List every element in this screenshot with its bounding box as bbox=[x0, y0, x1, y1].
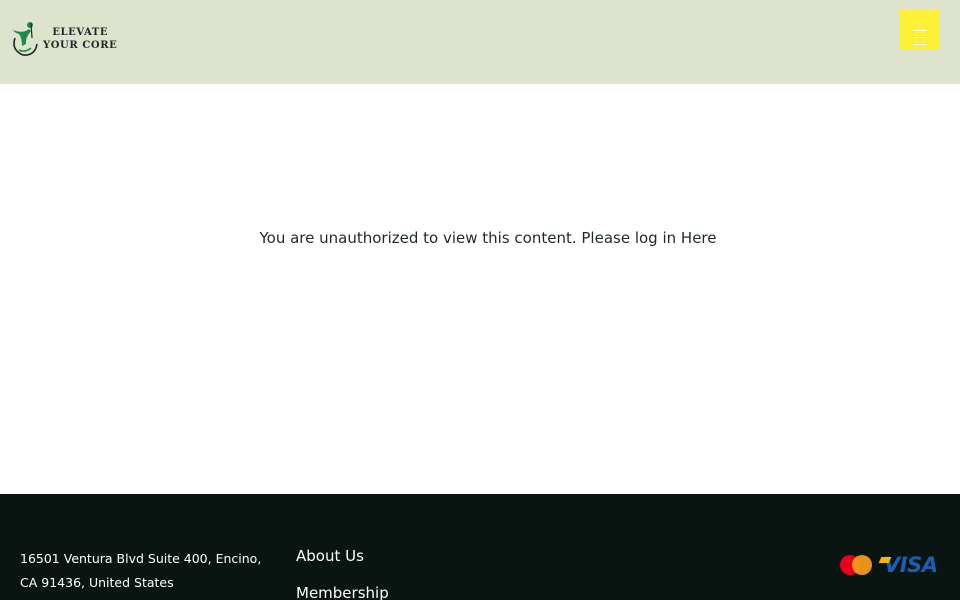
logo-line-2: YOUR CORE bbox=[43, 40, 118, 51]
footer-address: 16501 Ventura Blvd Suite 400, Encino, CA… bbox=[20, 547, 280, 595]
logo-figure-icon bbox=[13, 22, 38, 56]
logo-text: ELEVATE YOUR CORE bbox=[43, 26, 117, 52]
footer-link-membership[interactable]: Membership bbox=[296, 583, 389, 600]
menu-toggle-button[interactable] bbox=[900, 10, 940, 50]
site-logo[interactable]: ELEVATE YOUR CORE bbox=[9, 19, 119, 59]
site-footer: 16501 Ventura Blvd Suite 400, Encino, CA… bbox=[0, 494, 960, 600]
hamburger-icon-bar bbox=[913, 44, 927, 45]
footer-link-about-us[interactable]: About Us bbox=[296, 546, 389, 566]
visa-icon: VISA bbox=[884, 553, 938, 577]
logo-line-1: ELEVATE bbox=[52, 27, 109, 38]
site-header: ELEVATE YOUR CORE bbox=[0, 0, 960, 84]
unauthorized-message: You are unauthorized to view this conten… bbox=[0, 229, 960, 247]
unauthorized-text: You are unauthorized to view this conten… bbox=[259, 229, 677, 247]
payment-methods: VISA bbox=[838, 552, 938, 578]
mastercard-icon bbox=[838, 552, 876, 578]
footer-nav: About Us Membership bbox=[296, 546, 389, 600]
address-line-1: 16501 Ventura Blvd Suite 400, Encino, bbox=[20, 551, 262, 566]
hamburger-icon-bar bbox=[913, 30, 927, 31]
address-line-2: CA 91436, United States bbox=[20, 575, 174, 590]
main-content: You are unauthorized to view this conten… bbox=[0, 84, 960, 494]
login-link[interactable]: Here bbox=[681, 229, 717, 247]
hamburger-icon-bar bbox=[913, 37, 927, 38]
